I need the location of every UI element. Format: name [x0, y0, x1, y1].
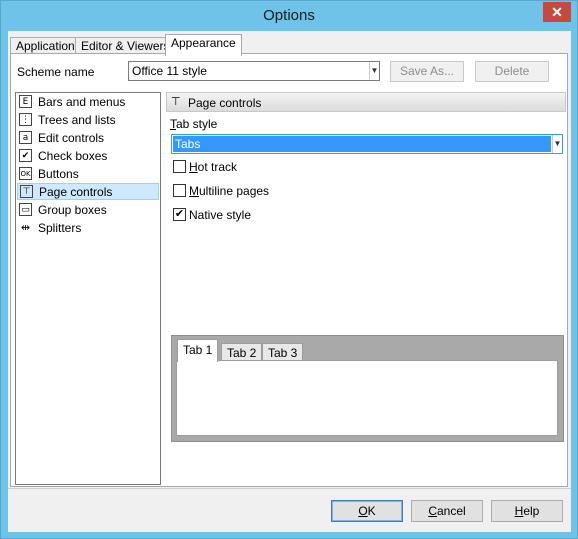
- scheme-name-combo[interactable]: Office 11 style ▼: [128, 61, 380, 81]
- help-button[interactable]: Help: [491, 500, 563, 522]
- section-title: Page controls: [188, 96, 262, 110]
- category-edit-controls[interactable]: a Edit controls: [17, 130, 159, 147]
- tab-style-value: Tabs: [173, 136, 551, 152]
- save-as-button[interactable]: Save As...: [390, 61, 464, 82]
- category-label: Bars and menus: [38, 95, 126, 109]
- hot-track-label: Hot track: [189, 160, 238, 174]
- chevron-down-icon[interactable]: ▼: [369, 62, 379, 80]
- category-page-controls[interactable]: ⊤ Page controls: [17, 183, 159, 200]
- tree-icon: ⋮: [19, 113, 32, 126]
- window-title: Options: [263, 7, 315, 24]
- close-icon[interactable]: ✕: [551, 4, 563, 20]
- category-check-boxes[interactable]: ✔ Check boxes: [17, 148, 159, 165]
- category-label: Page controls: [39, 185, 113, 199]
- appearance-page: Scheme name Office 11 style ▼ Save As...…: [10, 53, 568, 487]
- dialog-client: Application Editor & Viewers Appearance …: [8, 31, 571, 532]
- native-style-label: Native style: [189, 208, 252, 222]
- group-box-icon: ▭: [19, 203, 32, 216]
- scheme-name-value: Office 11 style: [132, 64, 207, 78]
- title-bar[interactable]: Options ✕: [1, 1, 577, 31]
- category-label: Group boxes: [38, 203, 107, 217]
- checkbox-icon: ✔: [19, 149, 32, 162]
- check-icon[interactable]: ✔: [173, 208, 186, 221]
- tab-preview: Tab 1 Tab 2 Tab 3: [171, 335, 564, 442]
- category-group-boxes[interactable]: ▭ Group boxes: [17, 202, 159, 219]
- checkbox-box[interactable]: [173, 184, 186, 197]
- checkbox-box[interactable]: [173, 160, 186, 173]
- section-header: ⊤ Page controls: [166, 92, 566, 112]
- ok-button[interactable]: OK: [331, 500, 403, 522]
- button-icon: OK: [19, 167, 32, 180]
- bars-menus-icon: E: [19, 95, 32, 108]
- category-bars-menus[interactable]: E Bars and menus: [17, 94, 159, 111]
- page-controls-icon: ⊤: [20, 185, 33, 198]
- category-buttons[interactable]: OK Buttons: [17, 166, 159, 183]
- tab-style-label: Tab style: [170, 117, 218, 131]
- category-label: Splitters: [38, 221, 82, 235]
- edit-icon: a: [19, 131, 32, 144]
- preview-tab-page: [176, 360, 558, 436]
- preview-tab-1[interactable]: Tab 1: [177, 339, 219, 362]
- category-list[interactable]: E Bars and menus ⋮ Trees and lists a Edi…: [15, 92, 161, 485]
- tab-style-combo[interactable]: Tabs ▼: [171, 134, 563, 154]
- delete-button[interactable]: Delete: [475, 61, 549, 82]
- scheme-name-label: Scheme name: [17, 65, 95, 79]
- category-splitters[interactable]: ⇹ Splitters: [17, 220, 159, 237]
- page-controls-icon: ⊤: [171, 96, 181, 108]
- cancel-button[interactable]: Cancel: [411, 500, 483, 522]
- multiline-pages-label: Multiline pages: [189, 184, 270, 198]
- splitter-icon: ⇹: [20, 221, 31, 234]
- chevron-down-icon[interactable]: ▼: [552, 135, 562, 153]
- category-label: Trees and lists: [38, 113, 116, 127]
- tab-appearance[interactable]: Appearance: [165, 34, 242, 56]
- category-label: Edit controls: [38, 131, 105, 145]
- options-dialog: Options ✕ Application Editor & Viewers A…: [0, 0, 578, 539]
- category-trees-lists[interactable]: ⋮ Trees and lists: [17, 112, 159, 129]
- close-button[interactable]: ✕: [543, 2, 571, 22]
- category-label: Check boxes: [38, 149, 108, 163]
- footer-divider: [8, 488, 571, 489]
- category-label: Buttons: [38, 167, 79, 181]
